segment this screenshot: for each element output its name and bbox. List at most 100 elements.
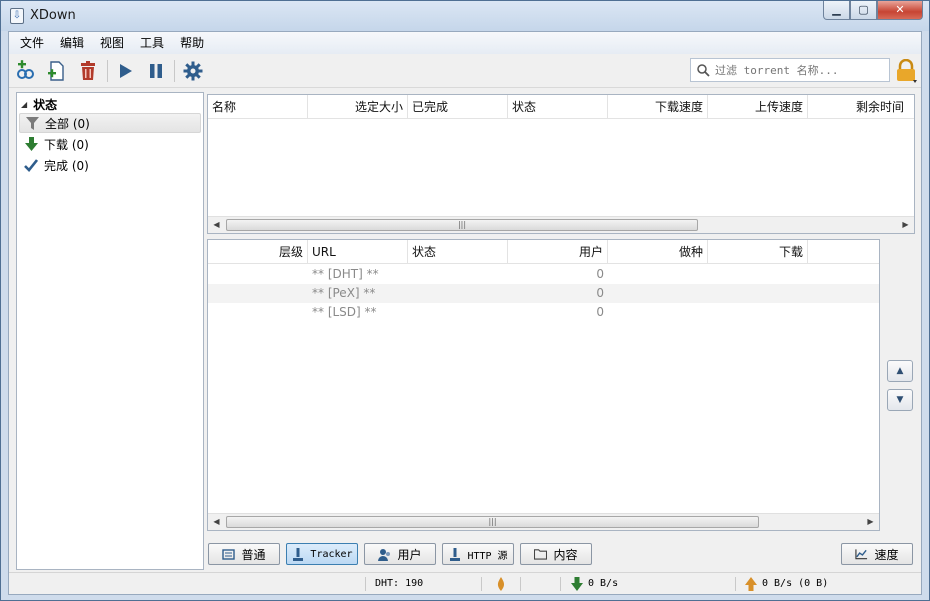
menu-tools[interactable]: 工具 (132, 32, 172, 54)
folder-icon (534, 548, 548, 561)
app-window: ⇩ XDown ▁ ▢ ✕ 文件 编辑 视图 工具 帮助 过滤 torrent … (0, 0, 930, 601)
add-link-icon (17, 60, 34, 79)
search-box[interactable] (690, 58, 890, 82)
tracker-row[interactable]: ** [DHT] ** 0 (208, 265, 879, 284)
menu-view[interactable]: 视图 (92, 32, 132, 54)
column-header-upload-speed[interactable]: 上传速度 (708, 95, 808, 119)
scrollbar-thumb[interactable]: ||| (226, 219, 698, 231)
column-header-name[interactable]: 名称 (208, 95, 308, 119)
tracker-list-header: 层级 URL 状态 用户 做种 下载 (208, 240, 879, 264)
tab-label: 速度 (874, 547, 899, 562)
sidebar-item-downloading[interactable]: 下载 (0) (19, 134, 201, 154)
column-header-filler (808, 240, 879, 264)
move-up-button[interactable]: ▲ (887, 360, 913, 382)
column-header-tracker-status[interactable]: 状态 (408, 240, 508, 264)
toolbar-separator (107, 60, 108, 82)
column-header-leechers[interactable]: 下载 (708, 240, 808, 264)
title-bar[interactable]: ⇩ XDown ▁ ▢ ✕ (1, 1, 929, 31)
column-header-status[interactable]: 状态 (508, 95, 608, 119)
upload-speed-status[interactable]: 0 B/s (0 B) (745, 573, 828, 595)
tracker-url: ** [LSD] ** (312, 305, 377, 319)
source-icon (448, 547, 461, 561)
status-separator (560, 577, 561, 591)
tab-content[interactable]: 内容 (520, 543, 592, 565)
menu-edit[interactable]: 编辑 (52, 32, 92, 54)
pause-button[interactable] (144, 59, 168, 83)
scroll-left-icon[interactable]: ◀ (208, 514, 225, 530)
tab-label: 普通 (241, 547, 266, 562)
search-input[interactable] (713, 61, 885, 79)
close-button[interactable]: ✕ (877, 1, 923, 20)
download-speed-value: 0 B/s (588, 578, 619, 589)
window-controls: ▁ ▢ ✕ (823, 1, 923, 21)
settings-button[interactable] (181, 59, 205, 83)
start-button[interactable] (113, 59, 137, 83)
status-bar: DHT: 190 0 B/s 0 B/s (0 B) (9, 572, 921, 594)
users-icon (378, 548, 391, 561)
column-header-url[interactable]: URL (308, 240, 408, 264)
tracker-list[interactable]: 层级 URL 状态 用户 做种 下载 ** [DHT] ** 0 ** [PeX… (207, 239, 880, 531)
sidebar-item-label: 下载 (0) (44, 137, 89, 152)
add-file-button[interactable] (45, 59, 69, 83)
tab-speed[interactable]: 速度 (841, 543, 913, 565)
status-separator (735, 577, 736, 591)
scroll-right-icon[interactable]: ▶ (897, 217, 914, 233)
column-header-size[interactable]: 选定大小 (308, 95, 408, 119)
tab-label: HTTP 源 (467, 550, 508, 562)
maximize-button[interactable]: ▢ (850, 1, 877, 20)
column-header-done[interactable]: 已完成 (408, 95, 508, 119)
scrollbar-thumb[interactable]: ||| (226, 516, 759, 528)
status-sidebar: ◢ 状态 全部 (0) 下载 (0) 完成 (0) (16, 92, 204, 570)
connection-status-icon[interactable] (496, 573, 506, 595)
menu-file[interactable]: 文件 (12, 32, 52, 54)
scroll-right-icon[interactable]: ▶ (862, 514, 879, 530)
column-header-peers[interactable]: 用户 (508, 240, 608, 264)
download-arrow-icon (23, 136, 39, 152)
column-header-download-speed[interactable]: 下载速度 (608, 95, 708, 119)
chart-icon (855, 548, 868, 561)
sidebar-header[interactable]: ◢ 状态 (21, 96, 57, 113)
column-header-seeds[interactable]: 做种 (608, 240, 708, 264)
sidebar-header-label: 状态 (33, 98, 58, 112)
tab-peers[interactable]: 用户 (364, 543, 436, 565)
tracker-row[interactable]: ** [LSD] ** 0 (208, 303, 879, 322)
tab-tracker[interactable]: Tracker (286, 543, 358, 565)
menu-help[interactable]: 帮助 (172, 32, 212, 54)
tracker-peers: 0 (596, 305, 604, 319)
horizontal-scrollbar[interactable]: ◀ ||| ▶ (208, 513, 879, 530)
tracker-peers: 0 (596, 286, 604, 300)
download-speed-status[interactable]: 0 B/s (571, 573, 618, 595)
toolbar (9, 54, 921, 88)
download-arrow-icon (571, 577, 583, 591)
move-down-button[interactable]: ▼ (887, 389, 913, 411)
play-icon (120, 64, 132, 78)
tab-http-sources[interactable]: HTTP 源 (442, 543, 514, 565)
sidebar-item-all[interactable]: 全部 (0) (19, 113, 201, 133)
arrow-up-icon: ▲ (896, 366, 904, 376)
tab-label: 用户 (397, 547, 422, 562)
menu-bar: 文件 编辑 视图 工具 帮助 (9, 32, 921, 54)
filter-icon (24, 115, 40, 131)
scroll-left-icon[interactable]: ◀ (208, 217, 225, 233)
toolbar-separator (174, 60, 175, 82)
lock-button[interactable] (894, 58, 918, 83)
trash-icon (81, 61, 95, 80)
sidebar-item-label: 全部 (0) (45, 116, 90, 131)
horizontal-scrollbar[interactable]: ◀ ||| ▶ (208, 216, 914, 233)
tab-label: Tracker (310, 548, 353, 560)
sidebar-item-completed[interactable]: 完成 (0) (19, 155, 201, 175)
torrent-list[interactable]: 名称 选定大小 已完成 状态 下载速度 上传速度 剩余时间 ◀ ||| ▶ (207, 94, 915, 234)
delete-button[interactable] (76, 59, 100, 83)
pause-icon (150, 64, 162, 78)
tab-general[interactable]: 普通 (208, 543, 280, 565)
app-icon: ⇩ (10, 8, 24, 24)
search-icon (697, 64, 710, 77)
add-link-button[interactable] (14, 59, 38, 83)
minimize-button[interactable]: ▁ (823, 1, 850, 20)
tracker-row[interactable]: ** [PeX] ** 0 (208, 284, 879, 303)
column-header-tier[interactable]: 层级 (208, 240, 308, 264)
dht-status: DHT: 190 (375, 578, 424, 589)
checkmark-icon (23, 157, 39, 173)
column-header-eta[interactable]: 剩余时间 (808, 95, 908, 119)
expand-arrow-icon[interactable]: ◢ (21, 100, 27, 109)
